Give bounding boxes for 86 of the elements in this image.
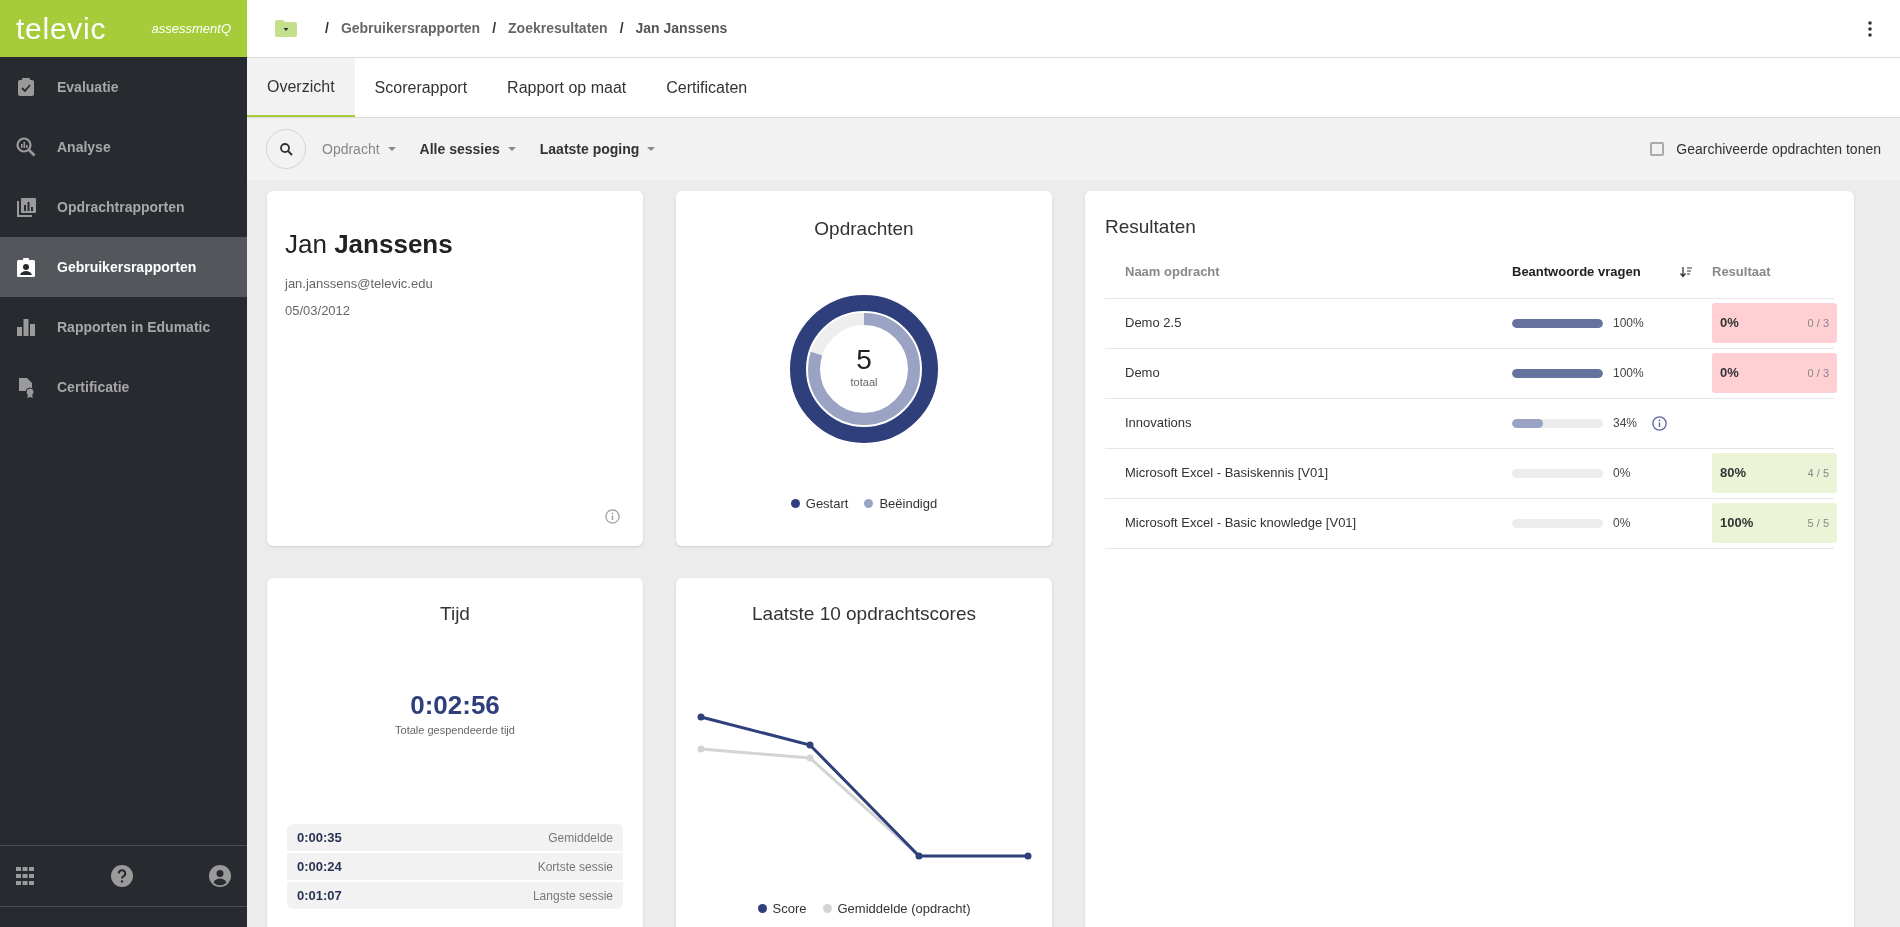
- tab[interactable]: Overzicht: [247, 58, 355, 117]
- average-point: [806, 754, 814, 761]
- filter-dropdown[interactable]: Alle sessies: [419, 138, 516, 160]
- total-label: totaal: [850, 375, 878, 391]
- total-time-label: Totale gespendeerde tijd: [395, 722, 515, 738]
- user-email: jan.janssens@televic.edu: [285, 275, 434, 293]
- sidebar-item[interactable]: Opdrachtrapporten: [0, 177, 247, 237]
- sidebar-item[interactable]: Analyse: [0, 117, 247, 177]
- user-account-icon[interactable]: [209, 865, 231, 887]
- column-header[interactable]: Resultaat: [1712, 262, 1862, 282]
- caret-icon: [387, 147, 396, 151]
- user-name: Jan Janssens: [285, 228, 454, 261]
- result-percent: 100%: [1720, 514, 1754, 533]
- column-header[interactable]: Naam opdracht: [1125, 262, 1512, 282]
- legend-label: Gemiddelde (opdracht): [837, 899, 971, 918]
- bar-chart-icon: [16, 316, 37, 338]
- sidebar-item[interactable]: Gebruikersrapporten: [0, 237, 247, 297]
- score-point: [915, 852, 923, 859]
- assignment-name: Innovations: [1125, 414, 1193, 433]
- checkbox[interactable]: [1650, 142, 1665, 156]
- progress-percent: 0%: [1613, 515, 1631, 532]
- result-score: 0 / 3: [1807, 365, 1829, 381]
- stacked-chart-icon: [16, 196, 37, 218]
- result-score: 4 / 5: [1807, 465, 1829, 481]
- stat-value: 0:01:07: [297, 886, 342, 905]
- info-icon[interactable]: [1652, 415, 1668, 431]
- score-point: [1024, 852, 1032, 859]
- assignment-name: Demo 2.5: [1125, 314, 1183, 333]
- legend-label: Score: [772, 899, 807, 918]
- document-ribbon-icon: [16, 376, 37, 398]
- assignment-name: Microsoft Excel - Basic knowledge [V01]: [1125, 514, 1358, 533]
- breadcrumb-separator: /: [325, 19, 329, 38]
- card-title: Resultaten: [1105, 215, 1197, 239]
- stat-label: Kortste sessie: [537, 858, 613, 876]
- filter-dropdown[interactable]: Laatste poging: [539, 138, 656, 160]
- checkbox-label: Gearchiveerde opdrachten tonen: [1676, 139, 1881, 159]
- caret-icon: [647, 147, 656, 151]
- magnifier-chart-icon: [16, 136, 37, 158]
- total-count: 5: [856, 346, 872, 375]
- sidebar-item[interactable]: Rapporten in Edumatic: [0, 297, 247, 357]
- product-name: assessmentQ: [151, 19, 231, 38]
- more-options-icon[interactable]: [1868, 20, 1872, 37]
- search-button[interactable]: [266, 129, 306, 169]
- average-point: [697, 745, 705, 752]
- progress-percent: 100%: [1613, 365, 1644, 382]
- user-badge-icon: [16, 256, 37, 278]
- breadcrumb-link[interactable]: Jan Janssens: [635, 18, 728, 39]
- clipboard-check-icon: [16, 76, 37, 98]
- score-point: [697, 713, 705, 720]
- stat-value: 0:00:35: [297, 828, 342, 847]
- assignment-name: Microsoft Excel - Basiskennis [V01]: [1125, 464, 1330, 483]
- progress-percent: 0%: [1613, 465, 1631, 482]
- result-score: 5 / 5: [1807, 515, 1829, 531]
- sidebar-item[interactable]: Evaluatie: [0, 57, 247, 117]
- stat-label: Gemiddelde: [548, 829, 613, 847]
- result-percent: 0%: [1720, 314, 1739, 333]
- stat-label: Langste sessie: [532, 887, 613, 905]
- score-point: [806, 741, 814, 748]
- card-title: Tijd: [440, 602, 470, 626]
- apps-grid-icon[interactable]: [16, 867, 34, 885]
- breadcrumb-link[interactable]: Zoekresultaten: [508, 18, 608, 39]
- breadcrumb-separator: /: [619, 19, 624, 38]
- progress-percent: 100%: [1613, 315, 1644, 332]
- result-percent: 0%: [1720, 364, 1739, 383]
- card-title: Opdrachten: [814, 217, 914, 241]
- sidebar-item[interactable]: Certificatie: [0, 357, 247, 417]
- folder-icon[interactable]: [275, 20, 297, 37]
- breadcrumb-separator: /: [492, 19, 497, 38]
- sort-icon[interactable]: [1680, 266, 1692, 278]
- breadcrumb-link[interactable]: Gebruikersrapporten: [340, 18, 481, 39]
- help-icon[interactable]: [110, 865, 133, 887]
- logo: televic: [16, 13, 107, 44]
- result-percent: 80%: [1720, 464, 1747, 483]
- stat-value: 0:00:24: [297, 857, 342, 876]
- search-icon: [279, 142, 293, 156]
- legend-label: Gestart: [805, 494, 849, 513]
- assignment-name: Demo: [1125, 364, 1161, 383]
- column-header[interactable]: Beantwoorde vragen: [1512, 262, 1712, 282]
- result-score: 0 / 3: [1807, 315, 1829, 331]
- info-icon[interactable]: [605, 509, 620, 524]
- card-title: Laatste 10 opdrachtscores: [752, 602, 976, 626]
- user-date: 05/03/2012: [285, 301, 352, 320]
- progress-percent: 34%: [1613, 415, 1638, 432]
- total-time: 0:02:56: [410, 691, 500, 718]
- caret-icon: [507, 147, 516, 151]
- legend-label: Beëindigd: [879, 494, 938, 513]
